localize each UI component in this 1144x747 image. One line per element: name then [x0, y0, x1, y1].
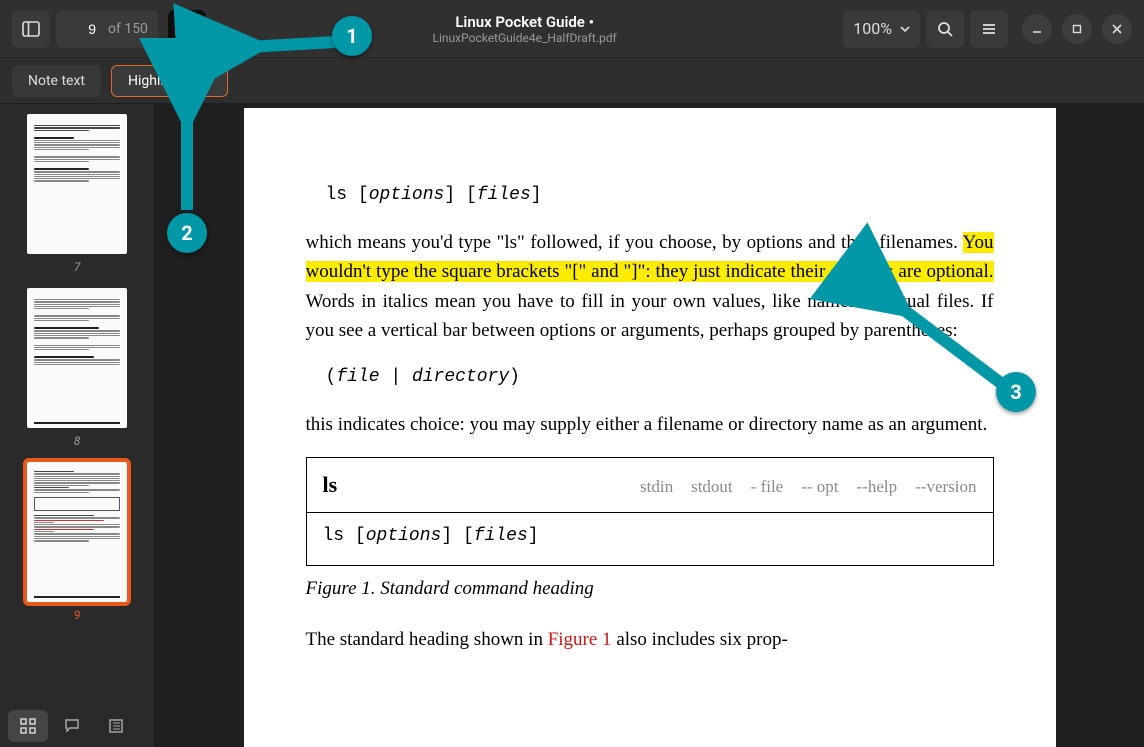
chevron-down-icon: [900, 24, 910, 34]
thumbnail-number: 8: [74, 434, 81, 448]
close-button[interactable]: [1102, 14, 1132, 44]
outline-icon: [108, 718, 124, 734]
command-box: ls stdin stdout - file -- opt --help --v…: [306, 457, 994, 566]
annotate-button[interactable]: [168, 10, 206, 48]
figure-caption: Figure 1. Standard command heading: [306, 574, 994, 603]
grid-icon: [20, 718, 36, 734]
thumbnail-list[interactable]: 7 8: [0, 104, 154, 705]
pdf-page[interactable]: ls [options] [files] which means you'd t…: [244, 108, 1056, 747]
search-icon: [936, 20, 954, 38]
sidebar-toggle-button[interactable]: [12, 10, 50, 48]
page-number-input[interactable]: [56, 10, 102, 48]
window-controls: [1022, 14, 1132, 44]
search-button[interactable]: [926, 10, 964, 48]
code-line-1: ls [options] [files]: [326, 182, 994, 210]
callout-badge-3: 3: [996, 372, 1036, 412]
callout-badge-1: 1: [332, 16, 372, 56]
hamburger-menu-button[interactable]: [970, 10, 1008, 48]
command-name: ls: [323, 468, 338, 502]
minimize-button[interactable]: [1022, 14, 1052, 44]
thumbnails-view-button[interactable]: [8, 710, 48, 742]
chat-icon: [64, 718, 80, 734]
paragraph-3: The standard heading shown in Figure 1 a…: [306, 625, 994, 654]
minimize-icon: [1031, 23, 1043, 35]
thumbnail-number: 7: [74, 260, 81, 274]
thumbnail-number: 9: [74, 608, 81, 622]
thumbnail-item[interactable]: 7: [0, 114, 154, 274]
zoom-menu[interactable]: 100%: [843, 10, 920, 48]
annotations-view-button[interactable]: [52, 710, 92, 742]
top-toolbar: of 150 Linux Pocket Guide • LinuxPocketG…: [0, 0, 1144, 58]
outline-view-button[interactable]: [96, 710, 136, 742]
page-number-group: of 150: [56, 10, 158, 48]
paragraph-2: this indicates choice: you may supply ei…: [306, 410, 994, 439]
maximize-icon: [1071, 23, 1083, 35]
zoom-value: 100%: [853, 19, 892, 38]
maximize-button[interactable]: [1062, 14, 1092, 44]
sidebar-view-buttons: [0, 705, 154, 747]
figure-link[interactable]: Figure 1: [548, 629, 612, 650]
callout-badge-2: 2: [167, 213, 207, 253]
thumbnail-item[interactable]: 9: [0, 462, 154, 622]
note-text-button[interactable]: Note text: [12, 65, 101, 97]
page-total-label: of 150: [102, 21, 148, 37]
thumbnail-item[interactable]: 8: [0, 288, 154, 448]
close-icon: [1111, 23, 1123, 35]
annotation-toolbar: Note text Highlight text: [0, 58, 1144, 104]
highlight-text-button[interactable]: Highlight text: [111, 65, 228, 97]
thumbnail-sidebar: 7 8: [0, 104, 155, 747]
hamburger-icon: [980, 20, 998, 38]
document-viewport[interactable]: ls [options] [files] which means you'd t…: [155, 104, 1144, 747]
